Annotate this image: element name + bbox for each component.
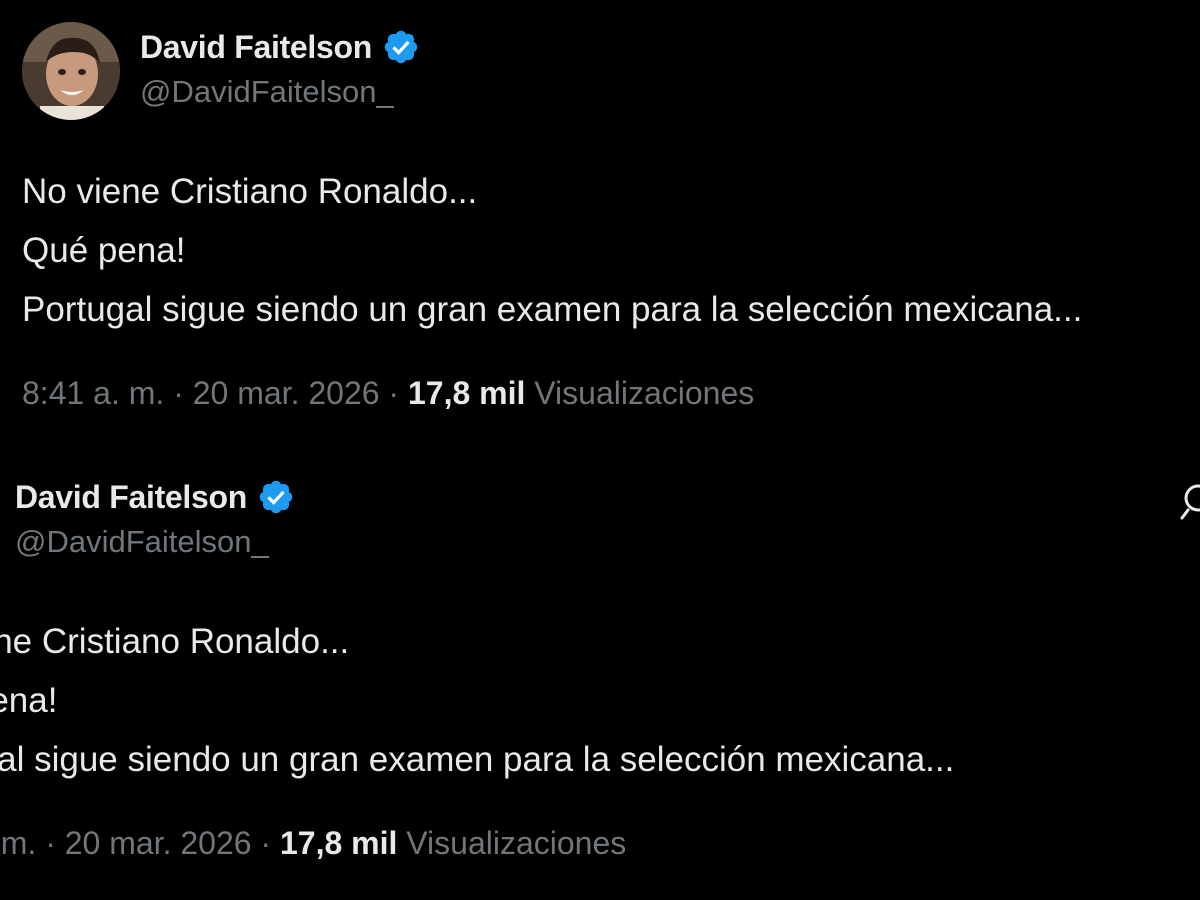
views-label: Visualizaciones: [534, 375, 755, 411]
author-identity: David Faitelson @DavidFaitelson_: [15, 474, 295, 560]
tweet-date[interactable]: 20 mar. 2026: [65, 825, 252, 861]
author-name[interactable]: David Faitelson: [140, 29, 372, 66]
tweet-header: David Faitelson @DavidFaitelson_: [0, 470, 1194, 570]
author-handle[interactable]: @DavidFaitelson_: [15, 524, 295, 560]
tweet-meta: 8:41 a. m. · 20 mar. 2026 · 17,8 mil Vis…: [22, 375, 1200, 412]
views-count: 17,8 mil: [279, 825, 398, 861]
tweet-text: No viene Cristiano Ronaldo... Qué pena! …: [22, 162, 1200, 339]
avatar-photo-icon: [22, 22, 120, 120]
tweet-header: David Faitelson @DavidFaitelson_: [22, 20, 1200, 120]
tweet-line: Portugal sigue siendo un gran examen par…: [0, 740, 955, 779]
name-row: David Faitelson: [140, 24, 420, 70]
screenshot-canvas: David Faitelson @DavidFaitelson_ No vien…: [0, 0, 1200, 900]
tweet-line: No viene Cristiano Ronaldo...: [0, 622, 350, 661]
grok-icon[interactable]: [1180, 480, 1200, 520]
tweet-date[interactable]: 20 mar. 2026: [193, 375, 380, 411]
verified-badge-icon: [259, 480, 293, 514]
author-identity: David Faitelson @DavidFaitelson_: [140, 24, 420, 110]
tweet-line: Qué pena!: [22, 231, 186, 270]
tweet-line: No viene Cristiano Ronaldo...: [22, 172, 478, 211]
avatar[interactable]: [22, 22, 120, 120]
tweet-line: Qué pena!: [0, 681, 58, 720]
meta-separator: ·: [45, 825, 56, 861]
tweet-time[interactable]: 8:41 a. m.: [0, 825, 36, 861]
tweet-text: No viene Cristiano Ronaldo... Qué pena! …: [0, 612, 1194, 789]
tweet-time[interactable]: 8:41 a. m.: [22, 375, 164, 411]
meta-separator: ·: [260, 825, 272, 861]
tweet-card-top[interactable]: David Faitelson @DavidFaitelson_ No vien…: [22, 20, 1200, 412]
tweet-meta: 8:41 a. m. · 20 mar. 2026 · 17,8 mil Vis…: [0, 825, 1194, 862]
tweet-card-bottom[interactable]: David Faitelson @DavidFaitelson_ No vien…: [0, 470, 1194, 862]
author-name[interactable]: David Faitelson: [15, 479, 247, 516]
meta-separator: ·: [173, 375, 184, 411]
views-count: 17,8 mil: [407, 375, 526, 411]
verified-badge-icon: [384, 30, 418, 64]
tweet-line: Portugal sigue siendo un gran examen par…: [22, 290, 1083, 329]
meta-separator: ·: [388, 375, 400, 411]
name-row: David Faitelson: [15, 474, 295, 520]
views-label: Visualizaciones: [406, 825, 627, 861]
author-handle[interactable]: @DavidFaitelson_: [140, 74, 420, 110]
